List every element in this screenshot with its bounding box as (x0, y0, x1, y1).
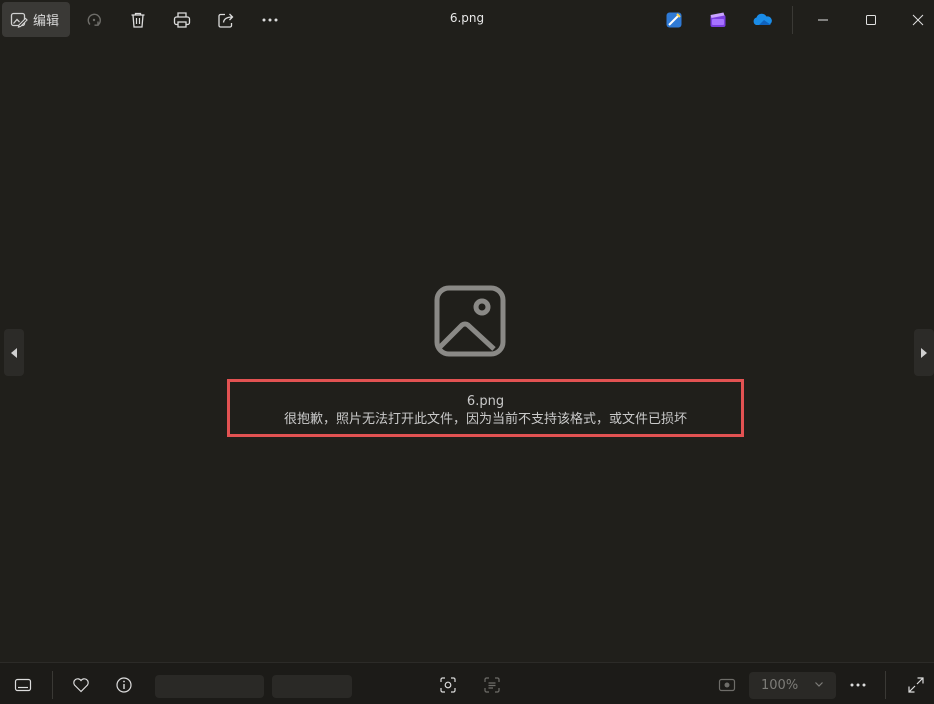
clipchamp-app-icon (710, 12, 726, 27)
more-options-bottom-button[interactable] (847, 674, 869, 696)
delete-button[interactable] (125, 7, 151, 33)
metadata-placeholder (155, 675, 264, 698)
zoom-level-value: 100% (761, 678, 799, 693)
onedrive-icon (753, 13, 772, 25)
minimize-icon (818, 19, 828, 21)
more-icon (850, 683, 866, 687)
zoom-level-select[interactable]: 100% (749, 672, 836, 699)
previous-arrow-icon (11, 347, 17, 358)
bottom-divider (52, 671, 53, 699)
toolbar-divider (792, 6, 793, 34)
chevron-down-icon (815, 682, 823, 687)
error-highlight-box: 6.png 很抱歉，照片无法打开此文件，因为当前不支持该格式，或文件已损坏 (227, 379, 744, 437)
text-scan-button[interactable] (481, 674, 503, 696)
bottom-divider (885, 671, 886, 699)
error-message: 很抱歉，照片无法打开此文件，因为当前不支持该格式，或文件已损坏 (283, 412, 687, 427)
rotate-button[interactable] (81, 7, 107, 33)
delete-icon (131, 12, 145, 28)
share-icon (218, 13, 234, 28)
rotate-icon (87, 13, 101, 26)
previous-image-button[interactable] (4, 329, 24, 376)
metadata-placeholder (272, 675, 352, 698)
fullscreen-icon (908, 677, 924, 693)
visual-search-icon (440, 677, 456, 693)
filmstrip-icon (14, 678, 32, 692)
more-icon (262, 18, 278, 22)
info-button[interactable] (113, 674, 135, 696)
visual-search-button[interactable] (437, 674, 459, 696)
print-icon (173, 12, 191, 28)
fullscreen-button[interactable] (905, 674, 927, 696)
broken-image-icon (434, 285, 506, 357)
photos-app-window: 编辑 6.png 6.png 很抱歉，照片无法打开此文件，因为当前不支持该格式，… (0, 0, 934, 704)
filmstrip-button[interactable] (12, 674, 34, 696)
onedrive-button[interactable] (749, 7, 775, 33)
maximize-button[interactable] (848, 0, 894, 40)
next-arrow-icon (921, 347, 927, 358)
edit-button-label: 编辑 (33, 14, 60, 29)
bottom-toolbar: 100% (0, 662, 934, 704)
edit-button[interactable]: 编辑 (2, 2, 70, 37)
designer-app-button[interactable] (661, 7, 687, 33)
info-icon (116, 677, 132, 693)
top-toolbar: 编辑 6.png (0, 0, 934, 40)
next-image-button[interactable] (914, 329, 934, 376)
window-title: 6.png (449, 11, 485, 25)
minimize-button[interactable] (800, 0, 846, 40)
error-file-name: 6.png (466, 394, 505, 409)
favorite-icon (73, 678, 89, 693)
clipchamp-app-button[interactable] (705, 7, 731, 33)
close-button[interactable] (895, 0, 934, 40)
edit-photo-icon (10, 12, 28, 28)
designer-app-icon (666, 12, 682, 28)
fit-to-window-icon (718, 678, 736, 692)
maximize-icon (866, 15, 876, 25)
print-button[interactable] (169, 7, 195, 33)
favorite-button[interactable] (70, 674, 92, 696)
fit-to-window-button[interactable] (716, 674, 738, 696)
text-scan-icon (484, 677, 500, 693)
share-button[interactable] (213, 7, 239, 33)
close-icon (912, 14, 924, 26)
more-options-button[interactable] (257, 7, 283, 33)
